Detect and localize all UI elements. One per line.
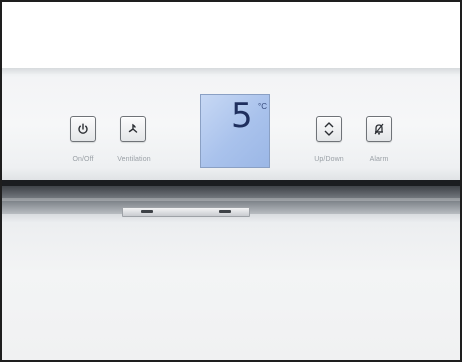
ventilation-button[interactable]: [120, 116, 146, 142]
up-down-arrows-icon: [324, 122, 334, 136]
ventilation-label: Ventilation: [117, 156, 151, 163]
temperature-display: 5 °C: [200, 94, 270, 168]
on-off-label: On/Off: [72, 156, 94, 163]
up-down-label: Up/Down: [314, 156, 344, 163]
bell-off-icon: [374, 123, 384, 135]
handle-slot-left: [141, 210, 153, 213]
rail-highlight: [2, 198, 460, 201]
handle-slot-right: [219, 210, 231, 213]
appliance-frame: On/Off Ventilation 5 °C Up/Down Alarm: [0, 0, 462, 362]
door-panel: [2, 214, 460, 360]
alarm-button[interactable]: [366, 116, 392, 142]
temperature-value: 5: [231, 96, 253, 136]
alarm-label: Alarm: [369, 156, 389, 163]
door-handle[interactable]: [122, 207, 250, 217]
on-off-button[interactable]: [70, 116, 96, 142]
control-panel-edge: [2, 68, 460, 74]
rail-shadow: [2, 180, 460, 186]
temperature-unit: °C: [258, 102, 267, 111]
power-icon: [78, 123, 88, 134]
up-down-button[interactable]: [316, 116, 342, 142]
fan-icon: [128, 123, 138, 133]
